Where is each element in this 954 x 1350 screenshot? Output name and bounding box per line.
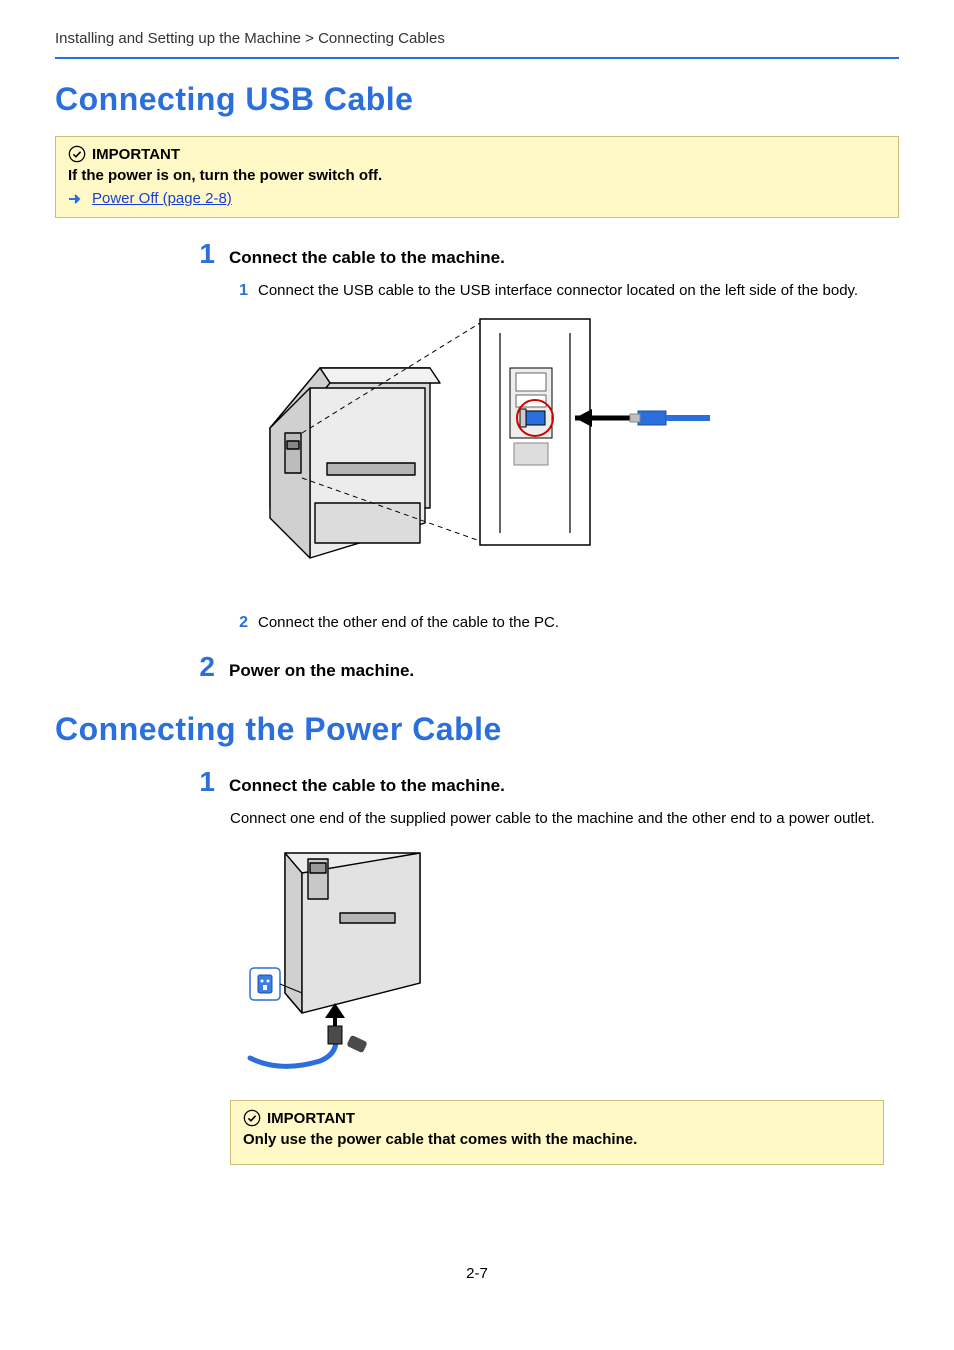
breadcrumb: Installing and Setting up the Machine > … [55, 30, 899, 47]
divider [55, 57, 899, 59]
substep-text: Connect the USB cable to the USB interfa… [258, 280, 899, 301]
step-number: 1 [185, 238, 215, 270]
usb-diagram [230, 313, 899, 590]
substep-number: 2 [230, 614, 248, 632]
step-number: 2 [185, 651, 215, 683]
substep-1-2: 2 Connect the other end of the cable to … [230, 612, 899, 633]
important-text: If the power is on, turn the power switc… [68, 167, 886, 184]
step-title: Power on the machine. [229, 661, 414, 681]
check-circle-icon [68, 145, 86, 163]
substep-text: Connect the other end of the cable to th… [258, 612, 899, 633]
step-title: Connect the cable to the machine. [229, 248, 505, 268]
important-label: IMPORTANT [267, 1110, 355, 1127]
important-text: Only use the power cable that comes with… [243, 1131, 871, 1148]
step-number: 1 [185, 766, 215, 798]
important-label: IMPORTANT [92, 146, 180, 163]
step-1-power: 1 Connect the cable to the machine. [185, 766, 899, 798]
page-number: 2-7 [55, 1265, 899, 1282]
document-page: Installing and Setting up the Machine > … [0, 0, 954, 1322]
step-title: Connect the cable to the machine. [229, 776, 505, 796]
section-heading-usb: Connecting USB Cable [55, 81, 899, 118]
substep-number: 1 [230, 282, 248, 300]
power-off-link[interactable]: Power Off (page 2-8) [92, 190, 232, 207]
power-diagram [230, 843, 899, 1078]
important-callout-power: IMPORTANT Only use the power cable that … [230, 1100, 884, 1165]
section-heading-power: Connecting the Power Cable [55, 711, 899, 748]
check-circle-icon [243, 1109, 261, 1127]
substep-1-1: 1 Connect the USB cable to the USB inter… [230, 280, 899, 301]
step-body: Connect one end of the supplied power ca… [230, 808, 899, 829]
important-callout: IMPORTANT If the power is on, turn the p… [55, 136, 899, 218]
arrow-right-icon [68, 192, 82, 206]
step-2: 2 Power on the machine. [185, 651, 899, 683]
step-1: 1 Connect the cable to the machine. [185, 238, 899, 270]
